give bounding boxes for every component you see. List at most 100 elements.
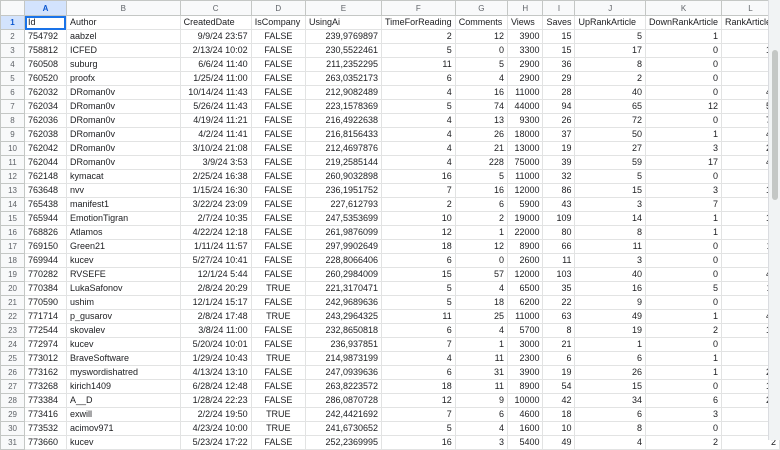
row-number[interactable]: 24 — [0, 337, 26, 352]
cell[interactable]: 0 — [644, 295, 723, 310]
cell[interactable]: DRoman0v — [65, 113, 181, 128]
cell[interactable]: 7 — [644, 197, 723, 212]
cell[interactable]: 762036 — [24, 113, 67, 128]
cell[interactable]: 1 — [644, 365, 723, 380]
cell[interactable]: 1/28/24 22:23 — [179, 393, 252, 408]
column-header-c[interactable]: C — [179, 0, 252, 16]
cell[interactable]: FALSE — [250, 211, 306, 226]
cell[interactable]: 3 — [574, 253, 646, 268]
cell[interactable]: 5 — [381, 99, 456, 114]
cell[interactable]: 3 — [644, 183, 723, 198]
row-number[interactable]: 28 — [0, 393, 26, 408]
row-number[interactable]: 21 — [0, 295, 26, 310]
cell[interactable]: 2300 — [506, 351, 544, 366]
cell[interactable]: 762034 — [24, 99, 67, 114]
cell[interactable]: 12 — [381, 225, 456, 240]
cell[interactable]: 754792 — [24, 29, 67, 44]
cell[interactable]: FALSE — [250, 141, 306, 156]
cell[interactable]: 12000 — [506, 183, 544, 198]
cell[interactable]: 6 — [381, 323, 456, 338]
cell[interactable]: 11 — [381, 57, 456, 72]
cell[interactable]: 773384 — [24, 393, 67, 408]
row-number[interactable]: 15 — [0, 211, 26, 226]
cell[interactable]: 39 — [542, 155, 576, 170]
cell[interactable]: 223,1578369 — [304, 99, 383, 114]
cell[interactable]: 44000 — [506, 99, 544, 114]
cell[interactable]: 18 — [542, 407, 576, 422]
cell[interactable]: 50 — [574, 127, 646, 142]
cell[interactable]: 9300 — [506, 113, 544, 128]
cell[interactable]: FALSE — [250, 43, 306, 58]
cell[interactable]: 762044 — [24, 155, 67, 170]
cell[interactable]: 286,0870728 — [304, 393, 383, 408]
header-cell[interactable]: Id — [24, 15, 67, 30]
row-number[interactable]: 19 — [0, 267, 26, 282]
cell[interactable]: 4/13/24 13:10 — [179, 365, 252, 380]
cell[interactable]: 4/23/24 10:00 — [179, 421, 252, 436]
cell[interactable]: 86 — [542, 183, 576, 198]
cell[interactable]: 16 — [381, 435, 456, 450]
cell[interactable]: 219,2585144 — [304, 155, 383, 170]
cell[interactable]: 1/25/24 11:00 — [179, 71, 252, 86]
cell[interactable]: 26 — [574, 365, 646, 380]
cell[interactable]: 3 — [454, 435, 508, 450]
cell[interactable]: 6 — [574, 407, 646, 422]
cell[interactable]: 1/29/24 10:43 — [179, 351, 252, 366]
cell[interactable]: 768826 — [24, 225, 67, 240]
cell[interactable]: TRUE — [250, 421, 306, 436]
cell[interactable]: BraveSoftware — [65, 351, 181, 366]
cell[interactable]: 43 — [542, 197, 576, 212]
cell[interactable]: FALSE — [250, 127, 306, 142]
cell[interactable]: 54 — [542, 379, 576, 394]
row-number[interactable]: 12 — [0, 169, 26, 184]
cell[interactable]: 236,937851 — [304, 337, 383, 352]
cell[interactable]: 65 — [574, 99, 646, 114]
cell[interactable]: 5900 — [506, 197, 544, 212]
cell[interactable]: 0 — [454, 253, 508, 268]
cell[interactable]: 1 — [644, 351, 723, 366]
cell[interactable]: 26 — [454, 127, 508, 142]
cell[interactable]: 1/15/24 16:30 — [179, 183, 252, 198]
cell[interactable]: 2/7/24 10:35 — [179, 211, 252, 226]
cell[interactable]: 9 — [454, 393, 508, 408]
cell[interactable]: 5 — [574, 29, 646, 44]
cell[interactable]: FALSE — [250, 29, 306, 44]
cell[interactable]: 16 — [381, 169, 456, 184]
row-number[interactable]: 1 — [0, 15, 26, 30]
cell[interactable]: 4/2/24 11:41 — [179, 127, 252, 142]
cell[interactable]: 49 — [542, 435, 576, 450]
cell[interactable]: 8 — [574, 57, 646, 72]
cell[interactable]: 769150 — [24, 239, 67, 254]
cell[interactable]: 772544 — [24, 323, 67, 338]
cell[interactable]: 8 — [574, 421, 646, 436]
cell[interactable]: 297,9902649 — [304, 239, 383, 254]
cell[interactable]: 11000 — [506, 85, 544, 100]
cell[interactable]: 6 — [542, 351, 576, 366]
cell[interactable]: DRoman0v — [65, 141, 181, 156]
cell[interactable]: EmotionTigran — [65, 211, 181, 226]
vertical-scrollbar[interactable] — [768, 0, 780, 440]
cell[interactable]: 1 — [644, 225, 723, 240]
cell[interactable]: 10 — [381, 211, 456, 226]
row-number[interactable]: 7 — [0, 99, 26, 114]
cell[interactable]: 212,4697876 — [304, 141, 383, 156]
cell[interactable]: 15 — [574, 183, 646, 198]
cell[interactable]: 252,2369995 — [304, 435, 383, 450]
cell[interactable]: 37 — [542, 127, 576, 142]
cell[interactable]: FALSE — [250, 155, 306, 170]
cell[interactable]: 19 — [574, 323, 646, 338]
cell[interactable]: 770384 — [24, 281, 67, 296]
cell[interactable]: 6/28/24 12:48 — [179, 379, 252, 394]
row-number[interactable]: 27 — [0, 379, 26, 394]
cell[interactable]: 75000 — [506, 155, 544, 170]
cell[interactable]: 1 — [454, 337, 508, 352]
cell[interactable]: 211,2352295 — [304, 57, 383, 72]
cell[interactable]: 6 — [381, 253, 456, 268]
cell[interactable]: 770282 — [24, 267, 67, 282]
cell[interactable]: 34 — [574, 393, 646, 408]
cell[interactable]: 9/9/24 23:57 — [179, 29, 252, 44]
cell[interactable]: 29 — [542, 71, 576, 86]
cell[interactable]: 2 — [644, 323, 723, 338]
cell[interactable]: TRUE — [250, 407, 306, 422]
cell[interactable]: 4 — [454, 421, 508, 436]
